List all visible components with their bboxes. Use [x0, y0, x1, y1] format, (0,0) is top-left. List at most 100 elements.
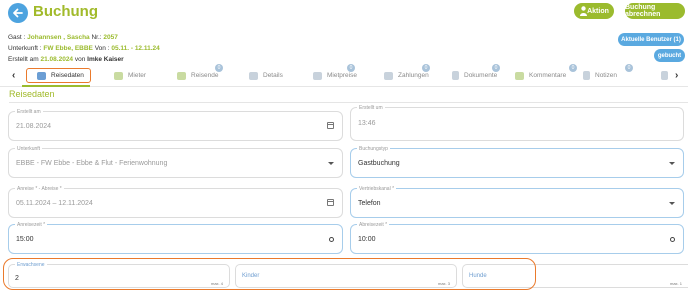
- tab-reisedaten[interactable]: Reisedaten: [26, 68, 91, 83]
- tab-label: Reisende: [191, 72, 219, 79]
- created-by: Imke Kaiser: [87, 56, 124, 63]
- tabs-divider: [0, 86, 688, 87]
- tab-label: Notizen: [595, 72, 618, 79]
- field-value: 05.11.2024 – 12.11.2024: [16, 200, 93, 207]
- field-value: 10:00: [358, 236, 376, 243]
- field-value: Telefon: [358, 200, 381, 207]
- section-divider: [9, 102, 688, 103]
- tab-badge: 0: [422, 64, 430, 72]
- field-label: Buchungstyp: [357, 146, 390, 152]
- tab-mietpreise[interactable]: Mietpreise 0: [313, 64, 357, 83]
- tab-reisende[interactable]: Reisende 0: [177, 64, 223, 83]
- field-label: Vertriebskanal *: [357, 186, 397, 192]
- chevron-down-icon[interactable]: [328, 162, 334, 165]
- tab-notizen[interactable]: Notizen 0: [583, 64, 633, 83]
- document-icon: [452, 71, 459, 80]
- tab-badge: 0: [625, 64, 633, 72]
- price-icon: [313, 71, 322, 80]
- person-icon: [580, 6, 587, 16]
- tab-bar: ‹ Reisedaten Mieter Reisende 0 Details M…: [0, 64, 688, 86]
- tab-label: Details: [263, 72, 283, 79]
- created-info: Erstellt am 21.08.2024 von Imke Kaiser: [8, 56, 124, 63]
- car-icon: [37, 71, 46, 80]
- accommodation-link[interactable]: FW Ebbe, EBBE: [43, 45, 92, 52]
- tab-label: Reisedaten: [51, 72, 84, 79]
- vertriebskanal-select[interactable]: Vertriebskanal * Telefon: [350, 186, 684, 218]
- gast-label: Gast :: [8, 34, 28, 41]
- comment-icon: [515, 71, 524, 80]
- guest-info: Gast : Johannsen , Sascha Nr.: 2057: [8, 34, 118, 41]
- aktion-button[interactable]: Aktion: [574, 3, 614, 19]
- abreisezeit-input[interactable]: Abreisezeit * 10:00: [350, 222, 684, 254]
- tab-label: Kommentare: [529, 72, 567, 79]
- buchung-abrechnen-button[interactable]: Buchung abrechnen: [625, 3, 685, 19]
- erstellt-um-field: Erstellt um 13:46: [350, 105, 684, 141]
- tabs-scroll-right-icon[interactable]: ›: [675, 70, 678, 81]
- field-label: Anreisezeit *: [15, 222, 48, 228]
- current-users-badge[interactable]: Aktuelle Benutzer (1): [618, 33, 684, 46]
- field-value: 13:46: [358, 120, 376, 127]
- chevron-down-icon[interactable]: [669, 162, 675, 165]
- max-hint: max. 1: [669, 281, 682, 286]
- tabs-scroll-left-icon[interactable]: ‹: [12, 70, 15, 81]
- field-label: Erstellt um: [357, 105, 385, 111]
- unterkunft-label: Unterkunft :: [8, 45, 44, 52]
- list-icon: [249, 71, 258, 80]
- booking-number: 2057: [103, 34, 118, 41]
- back-button[interactable]: [8, 3, 28, 23]
- tab-badge: 0: [215, 64, 223, 72]
- field-value: EBBE - FW Ebbe - Ebbe & Flut - Ferienwoh…: [16, 160, 168, 167]
- erstellt-label: Erstellt am: [8, 56, 41, 63]
- tab-label: Mieter: [128, 72, 147, 79]
- anreise-abreise-field[interactable]: Anreise * - Abreise * 05.11.2024 – 12.11…: [8, 186, 343, 218]
- section-title: Reisedaten: [9, 89, 55, 99]
- tab-label: Zahlungen: [398, 72, 429, 79]
- active-tab-underline: [22, 85, 90, 87]
- status-badge: gebucht: [654, 49, 685, 62]
- anreisezeit-input[interactable]: Anreisezeit * 15:00: [8, 222, 343, 254]
- tab-mieter[interactable]: Mieter: [114, 68, 146, 83]
- payment-icon: [384, 71, 393, 80]
- tab-details[interactable]: Details: [249, 68, 283, 83]
- buchungstyp-select[interactable]: Buchungstyp Gastbuchung: [350, 146, 684, 178]
- tab-more[interactable]: [661, 68, 673, 83]
- field-label: Anreise * - Abreise *: [15, 186, 64, 192]
- field-value: 21.08.2024: [16, 123, 52, 130]
- calendar-icon: [327, 122, 334, 129]
- guest-name-link[interactable]: Johannsen , Sascha: [27, 34, 90, 41]
- tab-kommentare[interactable]: Kommentare 0: [515, 64, 577, 83]
- field-label: Unterkunft: [15, 146, 43, 152]
- field-value: 15:00: [16, 236, 34, 243]
- aktion-label: Aktion: [587, 7, 609, 15]
- arrow-left-icon: [13, 8, 23, 18]
- created-date: 21.08.2024: [40, 56, 74, 63]
- field-label: Abreisezeit *: [357, 222, 390, 228]
- tab-badge: 0: [492, 64, 500, 72]
- tab-badge: 0: [569, 64, 577, 72]
- stay-period: 05.11. - 12.11.24: [111, 45, 160, 52]
- page-title: Buchung: [33, 3, 98, 20]
- top-bar: Buchung Aktion Buchung abrechnen: [0, 0, 688, 26]
- clock-icon[interactable]: [670, 237, 675, 242]
- chevron-down-icon[interactable]: [669, 202, 675, 205]
- clock-icon[interactable]: [329, 237, 334, 242]
- nr-label: Nr.:: [89, 34, 104, 41]
- calendar-icon[interactable]: [327, 199, 334, 206]
- erstellt-am-field: Erstellt am 21.08.2024: [8, 109, 343, 141]
- tab-badge: 0: [347, 64, 355, 72]
- more-tab-icon: [661, 71, 668, 80]
- group-icon: [177, 71, 186, 80]
- highlight-outline: [3, 258, 536, 290]
- tab-dokumente[interactable]: Dokumente 0: [452, 64, 500, 83]
- unterkunft-field[interactable]: Unterkunft EBBE - FW Ebbe - Ebbe & Flut …: [8, 146, 343, 178]
- field-value: Gastbuchung: [358, 160, 400, 167]
- accommodation-info: Unterkunft : FW Ebbe, EBBE Von : 05.11. …: [8, 45, 160, 52]
- field-label: Erstellt am: [15, 109, 43, 115]
- tab-zahlungen[interactable]: Zahlungen 0: [384, 64, 430, 83]
- von2-label: von: [73, 56, 88, 63]
- von-label: Von :: [92, 45, 112, 52]
- tab-label: Dokumente: [464, 72, 498, 79]
- tab-label: Mietpreise: [327, 72, 357, 79]
- user-icon: [114, 71, 123, 80]
- note-icon: [583, 71, 590, 80]
